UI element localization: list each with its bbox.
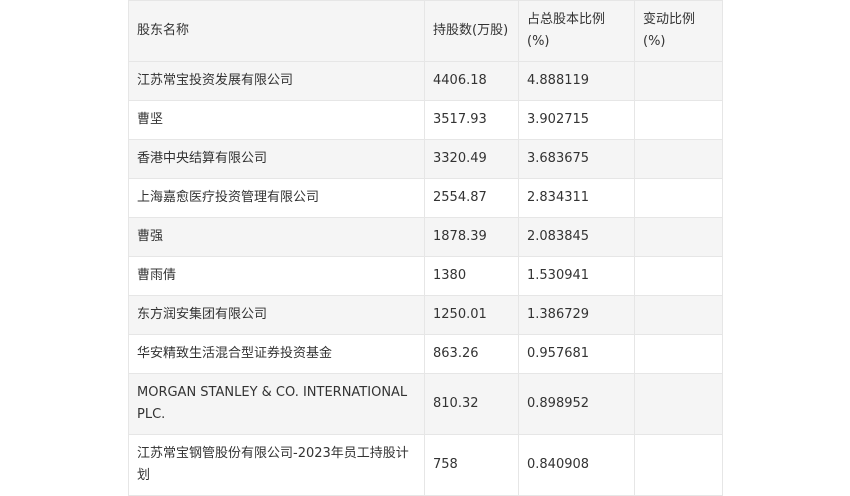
table-header-row: 股东名称 持股数(万股) 占总股本比例(%) 变动比例(%) bbox=[128, 0, 723, 62]
cell-change bbox=[634, 295, 723, 335]
cell-change bbox=[634, 334, 723, 374]
cell-change bbox=[634, 139, 723, 179]
cell-shares: 3517.93 bbox=[424, 100, 519, 140]
cell-ratio: 2.834311 bbox=[518, 178, 635, 218]
table-row: 曹坚 3517.93 3.902715 bbox=[128, 100, 723, 140]
cell-ratio: 1.386729 bbox=[518, 295, 635, 335]
cell-name: 上海嘉愈医疗投资管理有限公司 bbox=[128, 178, 425, 218]
cell-name: 江苏常宝投资发展有限公司 bbox=[128, 61, 425, 101]
cell-ratio: 2.083845 bbox=[518, 217, 635, 257]
cell-name: 江苏常宝钢管股份有限公司-2023年员工持股计划 bbox=[128, 434, 425, 496]
cell-ratio: 0.957681 bbox=[518, 334, 635, 374]
table-row: 东方润安集团有限公司 1250.01 1.386729 bbox=[128, 295, 723, 335]
cell-ratio: 0.840908 bbox=[518, 434, 635, 496]
cell-shares: 2554.87 bbox=[424, 178, 519, 218]
cell-change bbox=[634, 178, 723, 218]
cell-ratio: 4.888119 bbox=[518, 61, 635, 101]
cell-change bbox=[634, 217, 723, 257]
header-ratio: 占总股本比例(%) bbox=[518, 0, 635, 62]
header-shareholder-name: 股东名称 bbox=[128, 0, 425, 62]
cell-change bbox=[634, 100, 723, 140]
cell-name: MORGAN STANLEY & CO. INTERNATIONAL PLC. bbox=[128, 373, 425, 435]
cell-ratio: 3.902715 bbox=[518, 100, 635, 140]
cell-shares: 810.32 bbox=[424, 373, 519, 435]
cell-name: 曹坚 bbox=[128, 100, 425, 140]
header-change-ratio: 变动比例(%) bbox=[634, 0, 723, 62]
table-row: 上海嘉愈医疗投资管理有限公司 2554.87 2.834311 bbox=[128, 178, 723, 218]
table-row: 曹强 1878.39 2.083845 bbox=[128, 217, 723, 257]
table-row: 江苏常宝投资发展有限公司 4406.18 4.888119 bbox=[128, 61, 723, 101]
cell-change bbox=[634, 256, 723, 296]
cell-shares: 4406.18 bbox=[424, 61, 519, 101]
cell-name: 曹雨倩 bbox=[128, 256, 425, 296]
table-row: MORGAN STANLEY & CO. INTERNATIONAL PLC. … bbox=[128, 373, 723, 435]
cell-ratio: 1.530941 bbox=[518, 256, 635, 296]
cell-name: 华安精致生活混合型证券投资基金 bbox=[128, 334, 425, 374]
cell-ratio: 0.898952 bbox=[518, 373, 635, 435]
table-row: 香港中央结算有限公司 3320.49 3.683675 bbox=[128, 139, 723, 179]
cell-name: 香港中央结算有限公司 bbox=[128, 139, 425, 179]
cell-shares: 758 bbox=[424, 434, 519, 496]
shareholder-table: 股东名称 持股数(万股) 占总股本比例(%) 变动比例(%) 江苏常宝投资发展有… bbox=[128, 0, 723, 496]
cell-change bbox=[634, 61, 723, 101]
shareholder-table-container: 股东名称 持股数(万股) 占总股本比例(%) 变动比例(%) 江苏常宝投资发展有… bbox=[128, 0, 723, 496]
cell-shares: 863.26 bbox=[424, 334, 519, 374]
cell-shares: 1878.39 bbox=[424, 217, 519, 257]
cell-shares: 1250.01 bbox=[424, 295, 519, 335]
cell-shares: 3320.49 bbox=[424, 139, 519, 179]
cell-name: 东方润安集团有限公司 bbox=[128, 295, 425, 335]
cell-change bbox=[634, 373, 723, 435]
table-row: 曹雨倩 1380 1.530941 bbox=[128, 256, 723, 296]
cell-change bbox=[634, 434, 723, 496]
cell-shares: 1380 bbox=[424, 256, 519, 296]
header-shares: 持股数(万股) bbox=[424, 0, 519, 62]
cell-ratio: 3.683675 bbox=[518, 139, 635, 179]
cell-name: 曹强 bbox=[128, 217, 425, 257]
table-row: 江苏常宝钢管股份有限公司-2023年员工持股计划 758 0.840908 bbox=[128, 434, 723, 496]
table-row: 华安精致生活混合型证券投资基金 863.26 0.957681 bbox=[128, 334, 723, 374]
